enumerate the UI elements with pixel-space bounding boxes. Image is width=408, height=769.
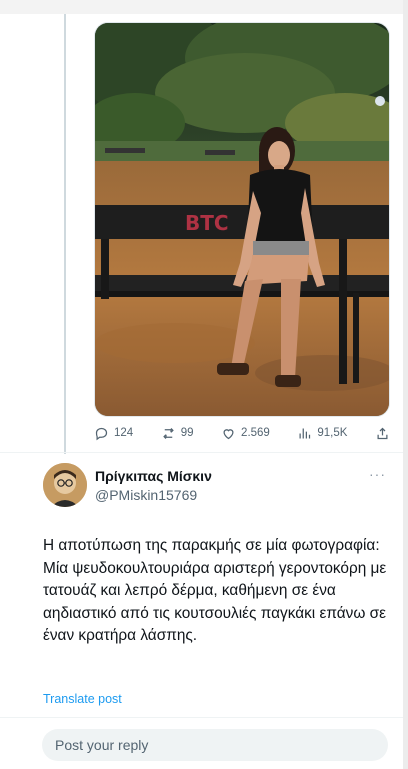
share-icon [377,427,388,439]
top-frame [0,0,403,14]
graffiti: BTC [185,211,229,235]
views-icon [299,428,311,438]
repost-icon [162,427,174,439]
avatar-portrait [43,463,87,507]
user-handle[interactable]: @PMiskin15769 [95,487,197,503]
divider [0,717,403,718]
repost-count: 99 [180,427,194,439]
divider [0,452,403,453]
like-action[interactable]: 2.569 [221,426,270,441]
reply-count: 124 [114,427,134,439]
reply-input[interactable] [42,729,388,761]
tweet-actions: 124 99 2.569 91,5K [94,423,390,443]
reply-action[interactable]: 124 [94,426,133,441]
translate-post-link[interactable]: Translate post [43,692,122,706]
repost-action[interactable]: 99 [161,426,194,441]
like-count: 2.569 [241,427,270,439]
display-name[interactable]: Πρίγκιπας Μίσκιν [95,468,212,484]
like-icon [223,428,234,439]
share-action[interactable] [375,426,390,441]
views-action[interactable]: 91,5K [297,426,347,441]
views-count: 91,5K [317,427,348,439]
photo-scene: BTC [95,23,389,416]
more-options-icon[interactable]: ··· [369,466,386,482]
tweet-text: Η αποτύπωση της παρακμής σε μία φωτογραφ… [43,537,387,644]
tweet-photo[interactable]: BTC [94,22,390,417]
right-frame [403,0,408,769]
avatar[interactable] [43,463,87,507]
thread-line [64,14,66,454]
reply-icon [95,427,108,440]
